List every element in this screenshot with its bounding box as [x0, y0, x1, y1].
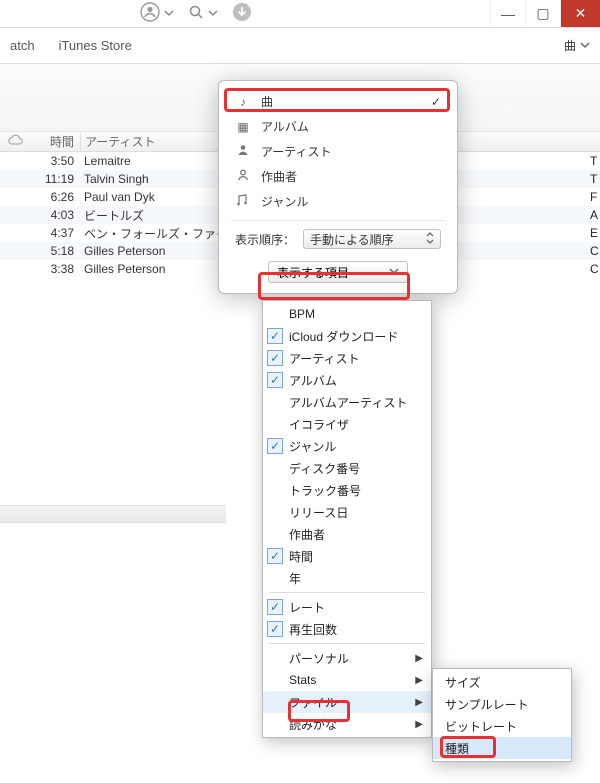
chevron-right-icon: ▶	[415, 675, 423, 686]
track-extra: C	[590, 262, 600, 276]
display-fields-button[interactable]: 表示する項目	[268, 261, 408, 283]
chevron-right-icon: ▶	[415, 719, 423, 730]
window-minimize[interactable]: —	[490, 0, 525, 27]
tab-itunes-store[interactable]: iTunes Store	[59, 38, 132, 53]
view-popover: ♪ 曲 ✓ ▦ アルバム アーティスト 作曲者 ジャンル	[218, 80, 458, 294]
field-time[interactable]: ✓時間	[263, 545, 431, 567]
check-icon: ✓	[431, 95, 441, 109]
view-option-songs[interactable]: ♪ 曲 ✓	[219, 89, 457, 114]
genre-icon	[235, 193, 251, 210]
chevron-down-icon[interactable]	[208, 7, 218, 21]
file-size[interactable]: サイズ	[433, 671, 571, 693]
view-option-albums[interactable]: ▦ アルバム	[219, 114, 457, 139]
tab-match[interactable]: atch	[10, 38, 35, 53]
view-option-artists[interactable]: アーティスト	[219, 139, 457, 164]
chevron-down-icon	[389, 265, 399, 279]
music-note-icon: ♪	[235, 95, 251, 109]
field-file-submenu[interactable]: ✓ファイル▶	[263, 691, 431, 713]
search-icon[interactable]	[188, 4, 204, 23]
chevron-right-icon: ▶	[415, 697, 423, 708]
file-bitrate[interactable]: ビットレート	[433, 715, 571, 737]
user-icon[interactable]	[140, 2, 160, 25]
track-time: 5:18	[30, 244, 80, 258]
field-play-count[interactable]: ✓再生回数	[263, 618, 431, 640]
track-extra: C	[590, 244, 600, 258]
field-album-artist[interactable]: ✓アルバムアーティスト	[263, 391, 431, 413]
chevron-down-icon[interactable]	[164, 7, 174, 21]
file-sample-rate[interactable]: サンプルレート	[433, 693, 571, 715]
track-time: 3:38	[30, 262, 80, 276]
album-icon: ▦	[235, 120, 251, 134]
view-option-genres[interactable]: ジャンル	[219, 189, 457, 214]
field-sort-readings-submenu[interactable]: ✓読みがな▶	[263, 713, 431, 735]
sort-order-label: 表示順序：	[235, 231, 295, 248]
field-icloud-download[interactable]: ✓iCloud ダウンロード	[263, 325, 431, 347]
download-icon[interactable]	[232, 2, 252, 25]
cloud-icon	[7, 134, 23, 149]
track-extra: T	[590, 172, 600, 186]
view-option-composers[interactable]: 作曲者	[219, 164, 457, 189]
track-time: 6:26	[30, 190, 80, 204]
field-year[interactable]: ✓年	[263, 567, 431, 589]
updown-icon	[426, 232, 434, 247]
field-bpm[interactable]: ✓BPM	[263, 303, 431, 325]
window-maximize[interactable]: ▢	[525, 0, 560, 27]
composer-icon	[235, 168, 251, 185]
field-artist[interactable]: ✓アーティスト	[263, 347, 431, 369]
track-extra: E	[590, 226, 600, 240]
status-bar	[0, 505, 226, 523]
chevron-down-icon	[580, 39, 590, 53]
field-composer[interactable]: ✓作曲者	[263, 523, 431, 545]
field-release-date[interactable]: ✓リリース日	[263, 501, 431, 523]
field-genre[interactable]: ✓ジャンル	[263, 435, 431, 457]
field-track-number[interactable]: ✓トラック番号	[263, 479, 431, 501]
view-selector-label: 曲	[564, 37, 576, 54]
artist-icon	[235, 143, 251, 160]
sort-order-select[interactable]: 手動による順序	[303, 229, 441, 249]
field-album[interactable]: ✓アルバム	[263, 369, 431, 391]
field-disc-number[interactable]: ✓ディスク番号	[263, 457, 431, 479]
column-time[interactable]: 時間	[30, 133, 80, 150]
field-equalizer[interactable]: ✓イコライザ	[263, 413, 431, 435]
view-selector[interactable]: 曲	[564, 37, 590, 54]
display-fields-menu: ✓BPM ✓iCloud ダウンロード ✓アーティスト ✓アルバム ✓アルバムア…	[262, 300, 432, 738]
track-time: 4:03	[30, 208, 80, 222]
window-close[interactable]: ✕	[560, 0, 600, 27]
track-extra: A	[590, 208, 600, 222]
file-kind[interactable]: 種類	[433, 737, 571, 759]
track-extra: F	[590, 190, 600, 204]
chevron-right-icon: ▶	[415, 653, 423, 664]
field-personal-submenu[interactable]: ✓パーソナル▶	[263, 647, 431, 669]
file-submenu: サイズ サンプルレート ビットレート 種類	[432, 668, 572, 762]
field-rating[interactable]: ✓レート	[263, 596, 431, 618]
track-time: 4:37	[30, 226, 80, 240]
track-time: 11:19	[30, 172, 80, 186]
track-extra: T	[590, 154, 600, 168]
track-time: 3:50	[30, 154, 80, 168]
field-stats-submenu[interactable]: ✓Stats▶	[263, 669, 431, 691]
